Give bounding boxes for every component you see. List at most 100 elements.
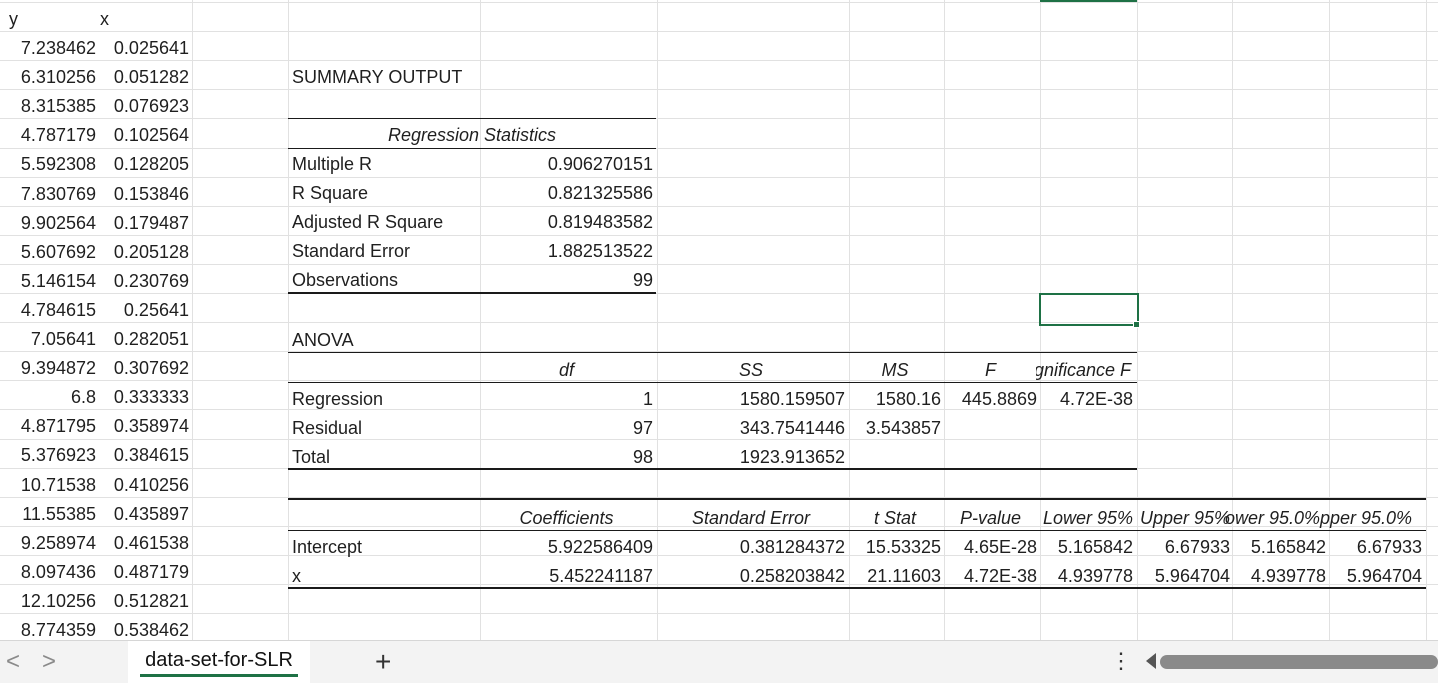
coef-cell[interactable]: x — [292, 561, 477, 589]
regstat-label[interactable]: Adjusted R Square — [292, 207, 477, 235]
x-value-cell[interactable]: 0.512821 — [98, 586, 189, 614]
prev-sheet-arrow-icon[interactable]: < — [6, 641, 20, 683]
x-value-cell[interactable]: 0.538462 — [98, 615, 189, 640]
horizontal-scrollbar[interactable] — [1160, 655, 1438, 669]
y-value-cell[interactable]: 8.097436 — [4, 557, 96, 585]
y-value-cell[interactable]: 8.315385 — [4, 91, 96, 119]
anova-cell[interactable]: Residual — [292, 413, 477, 441]
regstat-value[interactable]: 1.882513522 — [480, 236, 653, 264]
coef-cell[interactable]: Intercept — [292, 532, 477, 560]
anova-cell[interactable] — [849, 442, 941, 470]
x-value-cell[interactable]: 0.205128 — [98, 237, 189, 265]
coef-header[interactable]: ower 95.0% — [1225, 503, 1329, 531]
anova-cell[interactable]: 97 — [480, 413, 653, 441]
coef-cell[interactable]: 4.72E-38 — [944, 561, 1037, 589]
x-value-cell[interactable]: 0.128205 — [98, 149, 189, 177]
coef-cell[interactable]: 5.922586409 — [480, 532, 653, 560]
x-value-cell[interactable]: 0.358974 — [98, 411, 189, 439]
y-value-cell[interactable]: 5.607692 — [4, 237, 96, 265]
y-value-cell[interactable]: 5.146154 — [4, 266, 96, 294]
x-value-cell[interactable]: 0.179487 — [98, 208, 189, 236]
next-sheet-arrow-icon[interactable]: > — [42, 641, 56, 683]
coef-header[interactable]: pper 95.0% — [1320, 503, 1429, 531]
x-value-cell[interactable]: 0.25641 — [98, 295, 189, 323]
anova-cell[interactable]: 3.543857 — [849, 413, 941, 441]
x-value-cell[interactable]: 0.025641 — [98, 33, 189, 61]
anova-cell[interactable]: Total — [292, 442, 477, 470]
regstat-value[interactable]: 0.819483582 — [480, 207, 653, 235]
y-value-cell[interactable]: 10.71538 — [4, 470, 96, 498]
y-value-cell[interactable]: 9.902564 — [4, 208, 96, 236]
coef-cell[interactable]: 5.165842 — [1232, 532, 1326, 560]
more-options-icon[interactable]: ⋮ — [1110, 641, 1133, 683]
anova-cell[interactable]: Regression — [292, 384, 477, 412]
y-value-cell[interactable]: 9.394872 — [4, 353, 96, 381]
regstat-value[interactable]: 99 — [480, 265, 653, 293]
fill-handle[interactable] — [1133, 321, 1140, 328]
regstats-header[interactable]: Regression Statistics — [288, 120, 656, 148]
coef-cell[interactable]: 4.939778 — [1040, 561, 1133, 589]
anova-header[interactable]: df — [480, 355, 653, 383]
anova-cell[interactable]: 4.72E-38 — [1040, 384, 1133, 412]
regstat-label[interactable]: Standard Error — [292, 236, 477, 264]
regstat-label[interactable]: Observations — [292, 265, 477, 293]
selected-cell[interactable] — [1039, 293, 1139, 326]
y-value-cell[interactable]: 4.784615 — [4, 295, 96, 323]
anova-header[interactable]: F — [944, 355, 1037, 383]
anova-header[interactable]: SS — [657, 355, 845, 383]
x-column-header[interactable]: x — [100, 4, 180, 32]
anova-cell[interactable] — [1040, 442, 1133, 470]
y-value-cell[interactable]: 9.258974 — [4, 528, 96, 556]
x-value-cell[interactable]: 0.230769 — [98, 266, 189, 294]
coef-cell[interactable]: 4.65E-28 — [944, 532, 1037, 560]
x-value-cell[interactable]: 0.384615 — [98, 440, 189, 468]
y-value-cell[interactable]: 4.787179 — [4, 120, 96, 148]
y-value-cell[interactable]: 7.238462 — [4, 33, 96, 61]
anova-cell[interactable] — [1040, 413, 1133, 441]
y-value-cell[interactable]: 5.376923 — [4, 440, 96, 468]
coef-cell[interactable]: 6.67933 — [1137, 532, 1230, 560]
x-value-cell[interactable]: 0.102564 — [98, 120, 189, 148]
anova-cell[interactable]: 1923.913652 — [657, 442, 845, 470]
x-value-cell[interactable]: 0.051282 — [98, 62, 189, 90]
y-value-cell[interactable]: 12.10256 — [4, 586, 96, 614]
sheet-tab-data-set-for-slr[interactable]: data-set-for-SLR — [128, 641, 310, 683]
anova-header[interactable]: ignificance F — [1036, 355, 1156, 383]
coef-cell[interactable]: 0.381284372 — [657, 532, 845, 560]
y-value-cell[interactable]: 5.592308 — [4, 149, 96, 177]
regstat-value[interactable]: 0.906270151 — [480, 149, 653, 177]
anova-cell[interactable]: 1580.159507 — [657, 384, 845, 412]
regstat-label[interactable]: Multiple R — [292, 149, 477, 177]
coef-header[interactable]: t Stat — [849, 503, 941, 531]
coef-cell[interactable]: 5.452241187 — [480, 561, 653, 589]
anova-cell[interactable]: 1580.16 — [849, 384, 941, 412]
coef-cell[interactable]: 0.258203842 — [657, 561, 845, 589]
summary-title[interactable]: SUMMARY OUTPUT — [292, 62, 542, 90]
anova-cell[interactable]: 98 — [480, 442, 653, 470]
anova-cell[interactable] — [944, 413, 1037, 441]
regstat-value[interactable]: 0.821325586 — [480, 178, 653, 206]
coef-cell[interactable]: 21.11603 — [849, 561, 941, 589]
y-value-cell[interactable]: 4.871795 — [4, 411, 96, 439]
coef-cell[interactable]: 4.939778 — [1232, 561, 1326, 589]
coef-header[interactable]: Coefficients — [480, 503, 653, 531]
anova-cell[interactable]: 1 — [480, 384, 653, 412]
y-value-cell[interactable]: 6.8 — [4, 382, 96, 410]
coef-cell[interactable]: 5.964704 — [1329, 561, 1422, 589]
x-value-cell[interactable]: 0.435897 — [98, 499, 189, 527]
anova-title[interactable]: ANOVA — [292, 325, 492, 353]
coef-cell[interactable]: 5.165842 — [1040, 532, 1133, 560]
coef-cell[interactable]: 5.964704 — [1137, 561, 1230, 589]
x-value-cell[interactable]: 0.282051 — [98, 324, 189, 352]
anova-header[interactable]: MS — [849, 355, 941, 383]
y-column-header[interactable]: y — [9, 4, 89, 32]
anova-cell[interactable] — [944, 442, 1037, 470]
y-value-cell[interactable]: 11.55385 — [4, 499, 96, 527]
coef-cell[interactable]: 6.67933 — [1329, 532, 1422, 560]
anova-cell[interactable]: 445.8869 — [944, 384, 1037, 412]
scroll-left-arrow-icon[interactable] — [1146, 653, 1156, 669]
x-value-cell[interactable]: 0.333333 — [98, 382, 189, 410]
coef-cell[interactable]: 15.53325 — [849, 532, 941, 560]
x-value-cell[interactable]: 0.461538 — [98, 528, 189, 556]
coef-header[interactable]: Upper 95% — [1140, 503, 1233, 531]
